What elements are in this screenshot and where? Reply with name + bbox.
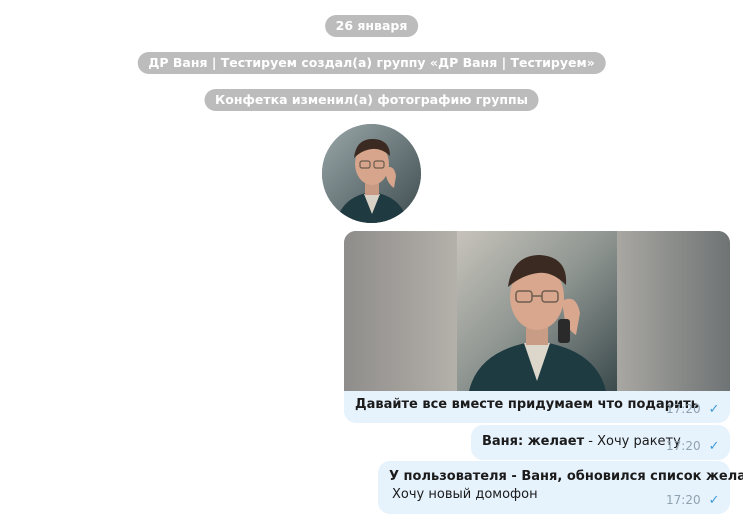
photo-changed-notice: Конфетка изменил(а) фотографию группы (204, 89, 539, 111)
message-time: 17:20 (666, 402, 701, 416)
message-photo[interactable] (344, 231, 730, 391)
separator-text: - (584, 434, 598, 449)
person-photo-icon (322, 124, 421, 223)
photo-image-icon (344, 231, 730, 391)
wishlist-update-message[interactable]: У пользователя - Ваня, обновился список … (378, 461, 743, 514)
update-text: Хочу новый домофон (392, 487, 538, 502)
sender-label: Ваня: желает (482, 434, 585, 449)
message-meta: 17:20 ✓ (666, 439, 720, 454)
single-check-icon: ✓ (708, 439, 720, 454)
wish-message[interactable]: Ваня: желает - Хочу ракету 17:20 ✓ (471, 425, 730, 460)
group-created-notice: ДР Ваня | Тестируем создал(а) группу «ДР… (137, 52, 606, 74)
message-meta: 17:20 ✓ (666, 402, 720, 417)
chat-history[interactable]: 26 января ДР Ваня | Тестируем создал(а) … (0, 0, 743, 521)
message-text: Ваня: желает - Хочу ракету (482, 434, 681, 449)
update-title: У пользователя - Ваня, обновился список … (389, 469, 743, 484)
message-time: 17:20 (666, 493, 701, 507)
single-check-icon: ✓ (708, 402, 720, 417)
single-check-icon: ✓ (708, 493, 720, 508)
group-photo-image[interactable] (322, 124, 421, 223)
message-time: 17:20 (666, 439, 701, 453)
date-separator: 26 января (324, 15, 419, 37)
message-meta: 17:20 ✓ (666, 493, 720, 508)
photo-caption: Давайте все вместе придумаем что подарит… (355, 397, 699, 412)
photo-message[interactable]: Давайте все вместе придумаем что подарит… (344, 231, 730, 423)
